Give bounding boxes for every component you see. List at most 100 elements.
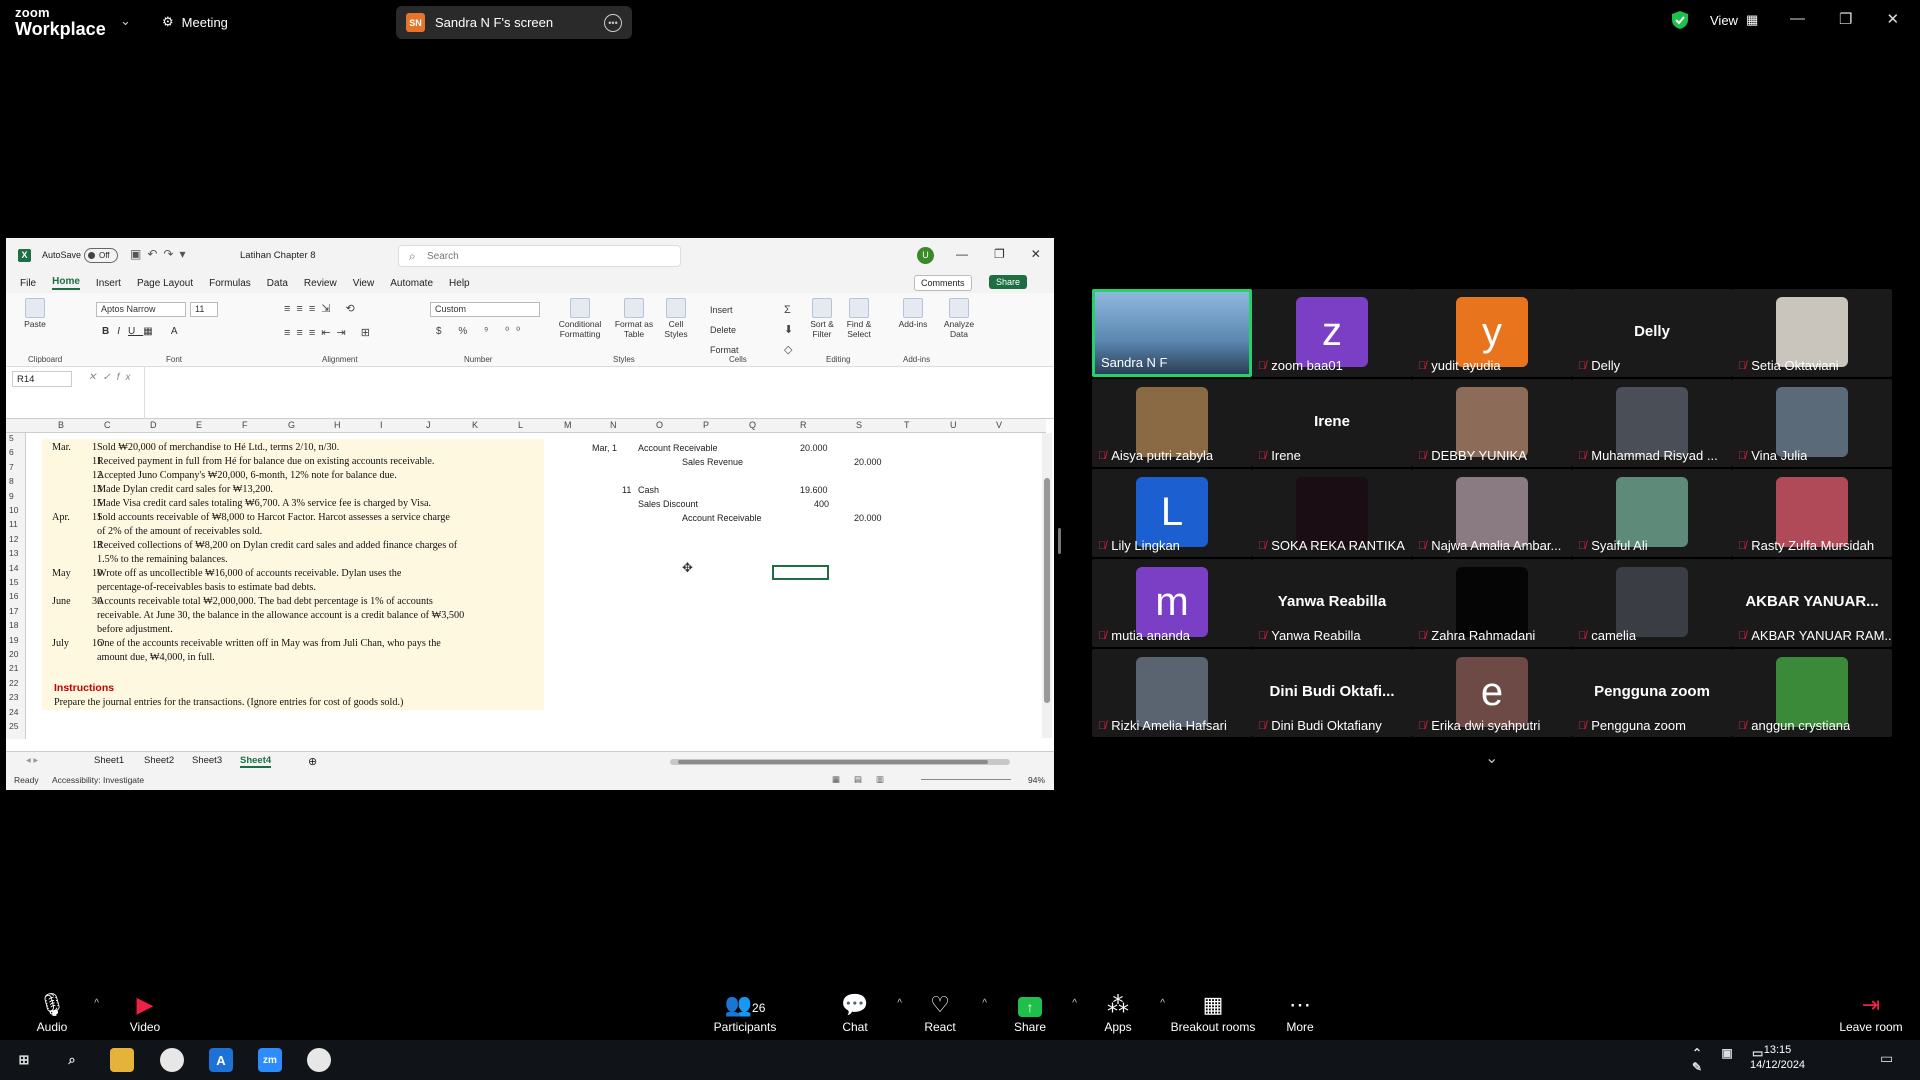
column-header[interactable]: J — [426, 420, 431, 430]
participant-tile[interactable]: m 🎙̸ mutia ananda — [1092, 559, 1252, 647]
row-header[interactable]: 19 — [9, 635, 18, 645]
cell-styles-button[interactable]: Cell Styles — [658, 298, 694, 340]
participant-tile[interactable]: z 🎙̸ zoom baa01 — [1252, 289, 1412, 377]
column-header[interactable]: M — [564, 420, 572, 430]
row-header[interactable]: 13 — [9, 548, 18, 558]
add-sheet-icon[interactable]: ⊕ — [308, 755, 317, 768]
paste-button[interactable]: Paste — [20, 298, 50, 330]
participant-tile[interactable]: Pengguna zoom 🎙̸ Pengguna zoom — [1572, 649, 1732, 737]
participant-tile[interactable]: 🎙̸ SOKA REKA RANTIKA — [1252, 469, 1412, 557]
cells-buttons[interactable]: Insert Delete Format — [710, 300, 739, 360]
notification-icon[interactable]: ▭ — [1880, 1050, 1893, 1067]
row-header[interactable]: 18 — [9, 620, 18, 630]
column-header[interactable]: G — [288, 420, 295, 430]
participant-tile[interactable]: 🎙̸ Setia Oktaviani — [1732, 289, 1892, 377]
column-header[interactable]: R — [800, 420, 807, 430]
close-icon[interactable]: ✕ — [1886, 10, 1899, 28]
participant-tile[interactable]: 🎙̸ Vina Julia — [1732, 379, 1892, 467]
participant-tile[interactable]: 🎙̸ Najwa Amalia Ambar... — [1412, 469, 1572, 557]
row-header[interactable]: 15 — [9, 577, 18, 587]
tab-data[interactable]: Data — [267, 278, 288, 289]
comments-button[interactable]: Comments — [914, 275, 972, 291]
app-store-icon[interactable]: A — [209, 1048, 233, 1072]
row-header[interactable]: 20 — [9, 649, 18, 659]
view-button[interactable]: View ▦ — [1710, 12, 1758, 28]
tab-automate[interactable]: Automate — [390, 278, 433, 289]
fx-icon[interactable]: ✕✓fx — [88, 372, 137, 383]
participant-tile[interactable]: Delly 🎙̸ Delly — [1572, 289, 1732, 377]
participant-tile[interactable]: y 🎙̸ yudit ayudia — [1412, 289, 1572, 377]
participant-tile[interactable]: 🎙̸ Rizki Amelia Hafsari — [1092, 649, 1252, 737]
column-header[interactable]: E — [196, 420, 202, 430]
row-header[interactable]: 11 — [9, 519, 18, 529]
tab-help[interactable]: Help — [449, 278, 470, 289]
worksheet-grid[interactable]: B C D E F G H I J K L M N O P Q R S T U V 5 6 7 8 9 10 11 12 13 14 15 1… — [6, 419, 1054, 752]
restore-icon[interactable]: ❐ — [994, 247, 1005, 261]
alignment-buttons[interactable]: ≡≡≡⇲ ⟲ — [284, 302, 361, 315]
selected-cell[interactable] — [772, 565, 829, 580]
autosave-toggle[interactable]: Off — [84, 248, 118, 263]
row-header[interactable]: 14 — [9, 563, 18, 573]
font-size-select[interactable]: 11 — [190, 302, 218, 317]
sheet-tab-1[interactable]: Sheet1 — [94, 755, 124, 766]
column-header[interactable]: S — [856, 420, 862, 430]
row-header[interactable]: 9 — [9, 491, 14, 501]
font-name-select[interactable]: Aptos Narrow — [96, 302, 186, 317]
tab-formulas[interactable]: Formulas — [209, 278, 251, 289]
participant-tile[interactable]: 🎙̸ Aisya putri zabyla — [1092, 379, 1252, 467]
zoom-level[interactable]: 94% — [1028, 775, 1045, 785]
search-box[interactable]: Search — [398, 245, 681, 267]
apps-button[interactable]: ⁂ Apps ^ — [1073, 992, 1165, 1034]
column-header[interactable]: V — [996, 420, 1002, 430]
zoom-slider[interactable] — [921, 779, 1011, 780]
tab-review[interactable]: Review — [304, 278, 337, 289]
row-header[interactable]: 7 — [9, 462, 14, 472]
number-format-select[interactable]: Custom — [430, 302, 540, 317]
sort-filter-button[interactable]: Sort & Filter — [806, 298, 838, 340]
account-avatar[interactable]: U — [917, 247, 934, 264]
column-header[interactable]: T — [904, 420, 910, 430]
minimize-icon[interactable]: — — [956, 247, 968, 261]
analyze-data-button[interactable]: Analyze Data — [942, 298, 976, 340]
row-header[interactable]: 25 — [9, 721, 18, 731]
security-shield-icon[interactable] — [1672, 11, 1688, 34]
search-icon[interactable]: ⌕ — [60, 1048, 84, 1072]
participant-tile[interactable]: Sandra N F — [1092, 289, 1252, 377]
accessibility-status[interactable]: Accessibility: Investigate — [52, 775, 144, 785]
more-button[interactable]: ⋯ More — [1255, 992, 1345, 1034]
participant-tile[interactable]: 🎙̸ Muhammad Risyad ... — [1572, 379, 1732, 467]
restore-icon[interactable]: ❐ — [1839, 10, 1852, 28]
chrome-icon-2[interactable] — [307, 1048, 331, 1072]
participant-tile[interactable]: 🎙̸ Zahra Rahmadani — [1412, 559, 1572, 647]
column-header[interactable]: N — [610, 420, 617, 430]
file-explorer-icon[interactable] — [110, 1048, 134, 1072]
sheet-tab-3[interactable]: Sheet3 — [192, 755, 222, 766]
participants-button[interactable]: 👥26 Participants — [700, 992, 790, 1034]
find-select-button[interactable]: Find & Select — [842, 298, 876, 340]
format-as-table-button[interactable]: Format as Table — [612, 298, 656, 340]
sheet-nav-arrows[interactable]: ◂ ▸ — [26, 755, 38, 766]
row-header[interactable]: 21 — [9, 663, 18, 673]
row-header[interactable]: 10 — [9, 505, 18, 515]
column-header[interactable]: F — [242, 420, 248, 430]
view-mode-icons[interactable]: ▦▤▥ — [832, 774, 898, 785]
scroll-thumb[interactable] — [1044, 478, 1050, 703]
zoom-workplace-logo[interactable]: zoom Workplace — [15, 6, 106, 38]
audio-button[interactable]: 🎙 Audio ^ — [7, 992, 99, 1034]
sheet-tab-4[interactable]: Sheet4 — [240, 755, 272, 768]
row-header[interactable]: 12 — [9, 534, 18, 544]
participant-tile[interactable]: 🎙̸ Rasty Zulfa Mursidah — [1732, 469, 1892, 557]
column-header[interactable]: D — [150, 420, 157, 430]
participant-tile[interactable]: 🎙̸ anggun crystiana — [1732, 649, 1892, 737]
participant-tile[interactable]: 🎙̸ Syaiful Ali — [1572, 469, 1732, 557]
column-header[interactable]: O — [656, 420, 663, 430]
participant-tile[interactable]: 🎙̸ DEBBY YUNIKA — [1412, 379, 1572, 467]
row-header[interactable]: 5 — [9, 433, 14, 443]
audio-caret-icon[interactable]: ^ — [94, 998, 99, 1009]
participant-tile[interactable]: AKBAR YANUAR... 🎙̸ AKBAR YANUAR RAM... — [1732, 559, 1892, 647]
close-icon[interactable]: ✕ — [1031, 247, 1041, 261]
horizontal-scrollbar[interactable] — [670, 759, 1010, 765]
row-header[interactable]: 8 — [9, 476, 14, 486]
minimize-icon[interactable]: — — [1790, 10, 1805, 28]
column-header[interactable]: Q — [749, 420, 756, 430]
